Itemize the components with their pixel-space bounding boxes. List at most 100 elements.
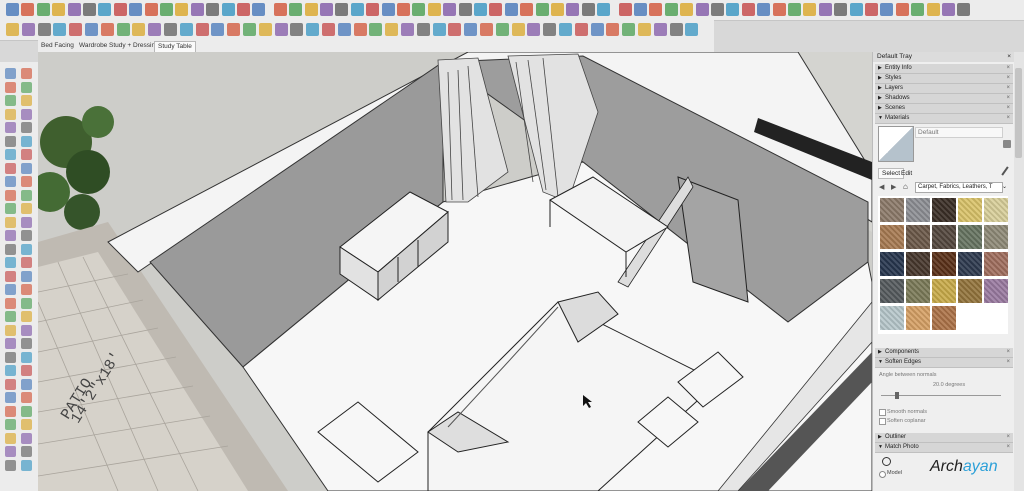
side-tool-icon[interactable] xyxy=(5,108,16,120)
toolbar-tool-icon[interactable] xyxy=(597,3,611,16)
toolbar-tool-icon[interactable] xyxy=(788,3,801,16)
toolbar-tool-icon[interactable] xyxy=(335,3,349,16)
side-tool-icon[interactable] xyxy=(21,351,32,363)
side-tool-icon[interactable] xyxy=(5,149,16,160)
soften-coplanar-checkbox[interactable] xyxy=(879,418,886,425)
toolbar-tool-icon[interactable] xyxy=(98,3,112,16)
eyedropper-icon[interactable] xyxy=(1001,166,1009,176)
side-tool-icon[interactable] xyxy=(21,378,32,390)
toolbar-tool-icon[interactable] xyxy=(274,23,288,36)
material-swatch[interactable] xyxy=(880,279,904,303)
toolbar-tool-icon[interactable] xyxy=(385,23,399,36)
toolbar-tool-icon[interactable] xyxy=(926,3,940,16)
side-tool-icon[interactable] xyxy=(21,122,32,133)
toolbar-tool-icon[interactable] xyxy=(957,3,971,16)
toolbar-tool-icon[interactable] xyxy=(353,23,367,36)
toolbar-tool-icon[interactable] xyxy=(757,3,771,16)
toolbar-tool-icon[interactable] xyxy=(401,23,414,36)
side-tool-icon[interactable] xyxy=(5,297,16,309)
toolbar-tool-icon[interactable] xyxy=(566,3,580,16)
side-tool-icon[interactable] xyxy=(21,216,32,228)
material-swatch[interactable] xyxy=(932,225,956,249)
material-swatch[interactable] xyxy=(984,279,1008,303)
materials-edit-tab[interactable]: Edit xyxy=(901,169,912,178)
toolbar-tool-icon[interactable] xyxy=(606,23,620,36)
toolbar-tool-icon[interactable] xyxy=(741,3,755,16)
toolbar-tool-icon[interactable] xyxy=(432,23,446,36)
toolbar-tool-icon[interactable] xyxy=(227,23,241,36)
side-tool-icon[interactable] xyxy=(5,257,16,268)
toolbar-tool-icon[interactable] xyxy=(304,3,318,16)
toolbar-tool-icon[interactable] xyxy=(653,23,667,36)
toolbar-tool-icon[interactable] xyxy=(511,23,525,36)
toolbar-tool-icon[interactable] xyxy=(474,3,487,16)
toolbar-tool-icon[interactable] xyxy=(711,3,724,16)
side-tool-icon[interactable] xyxy=(5,203,16,214)
side-tool-icon[interactable] xyxy=(5,243,16,255)
side-tool-icon[interactable] xyxy=(5,270,16,282)
toolbar-tool-icon[interactable] xyxy=(412,3,426,16)
side-tool-icon[interactable] xyxy=(5,81,16,93)
toolbar-tool-icon[interactable] xyxy=(685,23,699,36)
material-swatch[interactable] xyxy=(958,198,982,222)
angle-slider[interactable] xyxy=(881,395,1001,396)
toolbar-tool-icon[interactable] xyxy=(695,3,709,16)
tray-close-icon[interactable]: × xyxy=(1007,52,1011,62)
side-tool-icon[interactable] xyxy=(5,230,16,241)
toolbar-tool-icon[interactable] xyxy=(337,23,351,36)
side-tool-icon[interactable] xyxy=(21,459,32,471)
toolbar-tool-icon[interactable] xyxy=(669,23,683,36)
toolbar-tool-icon[interactable] xyxy=(21,23,35,36)
toolbar-tool-icon[interactable] xyxy=(85,23,98,36)
side-tool-icon[interactable] xyxy=(21,297,32,309)
side-tool-icon[interactable] xyxy=(5,459,16,471)
side-tool-icon[interactable] xyxy=(21,446,32,457)
material-swatch[interactable] xyxy=(932,252,956,276)
toolbar-tool-icon[interactable] xyxy=(664,3,678,16)
material-swatch[interactable] xyxy=(906,306,930,330)
side-tool-icon[interactable] xyxy=(21,419,32,430)
toolbar-tool-icon[interactable] xyxy=(160,3,173,16)
toolbar-tool-icon[interactable] xyxy=(489,3,503,16)
side-tool-icon[interactable] xyxy=(5,122,16,133)
toolbar-tool-icon[interactable] xyxy=(535,3,549,16)
category-dropdown-icon[interactable]: ⌄ xyxy=(1002,183,1007,190)
toolbar-tool-icon[interactable] xyxy=(638,23,651,36)
toolbar-tool-icon[interactable] xyxy=(116,23,130,36)
smooth-normals-checkbox[interactable] xyxy=(879,409,886,416)
side-tool-icon[interactable] xyxy=(5,378,16,390)
panel-styles[interactable]: ▶ Styles × xyxy=(875,74,1013,84)
side-tool-icon[interactable] xyxy=(5,392,16,403)
side-tool-icon[interactable] xyxy=(21,284,32,295)
toolbar-tool-icon[interactable] xyxy=(113,3,127,16)
material-swatch[interactable] xyxy=(958,252,982,276)
toolbar-tool-icon[interactable] xyxy=(69,23,83,36)
toolbar-tool-icon[interactable] xyxy=(480,23,493,36)
forward-arrow-icon[interactable]: ▶ xyxy=(891,183,896,191)
side-tool-icon[interactable] xyxy=(21,230,32,241)
side-tool-icon[interactable] xyxy=(5,135,16,147)
model-viewport[interactable]: 14'2"x18' PATIO xyxy=(38,52,872,491)
side-tool-icon[interactable] xyxy=(5,176,16,187)
toolbar-tool-icon[interactable] xyxy=(36,3,50,16)
material-swatch[interactable] xyxy=(880,252,904,276)
material-swatch[interactable] xyxy=(958,225,982,249)
toolbar-tool-icon[interactable] xyxy=(559,23,572,36)
material-swatch[interactable] xyxy=(984,225,1008,249)
toolbar-tool-icon[interactable] xyxy=(590,23,604,36)
toolbar-tool-icon[interactable] xyxy=(649,3,663,16)
side-tool-icon[interactable] xyxy=(5,311,16,322)
toolbar-tool-icon[interactable] xyxy=(190,3,204,16)
side-tool-icon[interactable] xyxy=(21,149,32,160)
toolbar-tool-icon[interactable] xyxy=(52,3,66,16)
toolbar-tool-icon[interactable] xyxy=(306,23,320,36)
side-tool-icon[interactable] xyxy=(21,68,32,79)
panel-outliner[interactable]: ▶ Outliner × xyxy=(875,433,1013,443)
toolbar-tool-icon[interactable] xyxy=(144,3,158,16)
side-tool-icon[interactable] xyxy=(21,257,32,268)
toolbar-tool-icon[interactable] xyxy=(252,3,266,16)
toolbar-tool-icon[interactable] xyxy=(195,23,209,36)
angle-slider-handle[interactable] xyxy=(895,392,899,399)
panel-shadows[interactable]: ▶ Shadows × xyxy=(875,94,1013,104)
side-tool-icon[interactable] xyxy=(21,176,32,187)
